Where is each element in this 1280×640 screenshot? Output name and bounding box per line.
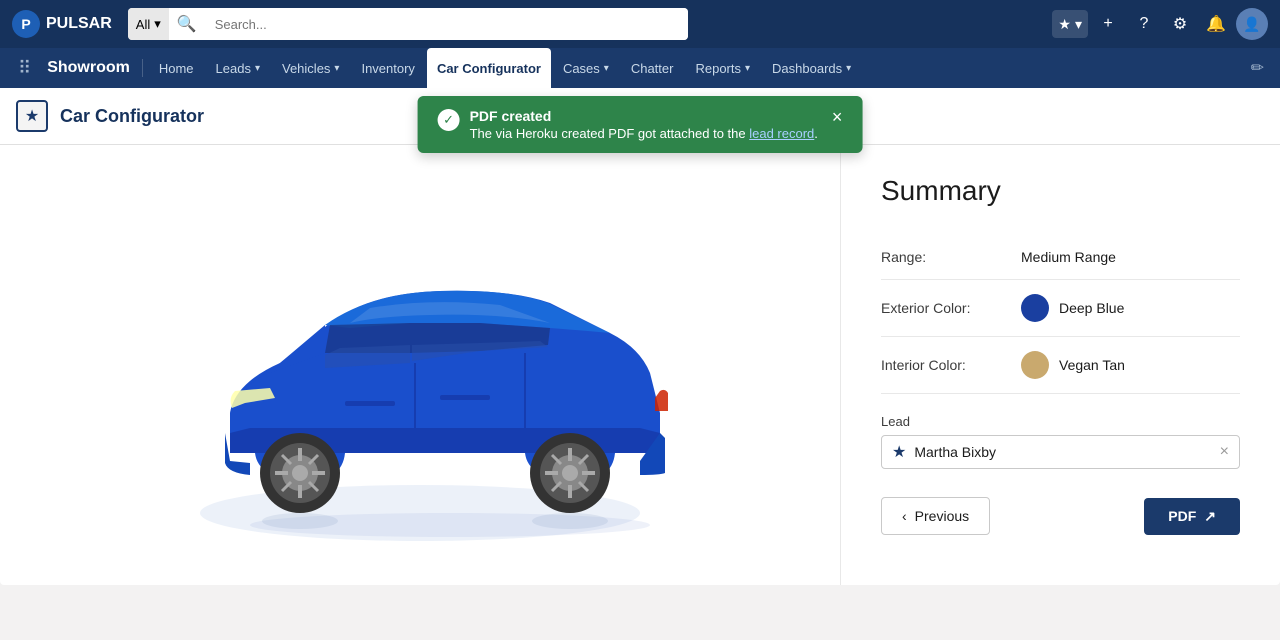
logo: P PULSAR — [12, 10, 112, 38]
action-buttons: ‹ Previous PDF ↗ — [881, 497, 1240, 535]
bell-icon: 🔔 — [1206, 14, 1226, 34]
avatar-initials: 👤 — [1243, 16, 1260, 33]
nav-item-cases[interactable]: Cases ▾ — [553, 48, 619, 88]
app-navigation-bar: ⠿ Showroom Home Leads ▾ Vehicles ▾ Inven… — [0, 48, 1280, 88]
search-icon: 🔍 — [169, 14, 205, 34]
star-icon: ★ — [1058, 16, 1071, 33]
search-bar: All ▾ 🔍 — [128, 8, 688, 40]
chevron-down-icon: ▾ — [1075, 16, 1082, 33]
nav-item-chatter[interactable]: Chatter — [621, 48, 684, 88]
range-value: Medium Range — [1021, 249, 1116, 265]
interior-color-value: Vegan Tan — [1021, 351, 1125, 379]
nav-leads-label: Leads — [216, 61, 251, 76]
toast-close-button[interactable]: × — [832, 108, 843, 126]
search-type-chevron: ▾ — [154, 16, 161, 32]
nav-reports-chevron: ▾ — [745, 63, 750, 74]
app-name: PULSAR — [46, 15, 112, 33]
exterior-color-name: Deep Blue — [1059, 300, 1124, 316]
success-toast: ✓ PDF created The via Heroku created PDF… — [418, 96, 863, 153]
toast-message: The via Heroku created PDF got attached … — [470, 126, 818, 141]
nav-item-car-configurator[interactable]: Car Configurator — [427, 48, 551, 88]
nav-inventory-label: Inventory — [361, 61, 414, 76]
car-image — [140, 173, 700, 558]
add-button[interactable]: + — [1092, 8, 1124, 40]
lead-label: Lead — [881, 414, 1240, 429]
range-row: Range: Medium Range — [881, 235, 1240, 280]
nav-cases-label: Cases — [563, 61, 600, 76]
nav-chatter-label: Chatter — [631, 61, 674, 76]
lead-section: Lead ★ Martha Bixby × — [881, 414, 1240, 469]
nav-item-dashboards[interactable]: Dashboards ▾ — [762, 48, 861, 88]
toast-check-icon: ✓ — [438, 109, 460, 131]
user-avatar[interactable]: 👤 — [1236, 8, 1268, 40]
toast-content: PDF created The via Heroku created PDF g… — [470, 108, 818, 141]
help-button[interactable]: ? — [1128, 8, 1160, 40]
app-section-name: Showroom — [43, 59, 143, 77]
toast-message-text: The via Heroku created PDF got attached … — [470, 126, 746, 141]
nav-dashboards-label: Dashboards — [772, 61, 842, 76]
nav-leads-chevron: ▾ — [255, 63, 260, 74]
previous-button[interactable]: ‹ Previous — [881, 497, 990, 535]
nav-vehicles-label: Vehicles — [282, 61, 330, 76]
nav-cases-chevron: ▾ — [604, 63, 609, 74]
lead-star-icon: ★ — [892, 442, 906, 462]
lead-input-field[interactable]: ★ Martha Bixby × — [881, 435, 1240, 469]
lead-clear-button[interactable]: × — [1220, 443, 1229, 461]
search-input[interactable] — [205, 8, 688, 40]
notifications-button[interactable]: 🔔 — [1200, 8, 1232, 40]
range-label: Range: — [881, 249, 1021, 265]
star-icon: ★ — [25, 106, 39, 126]
exterior-color-label: Exterior Color: — [881, 300, 1021, 316]
nav-dashboards-chevron: ▾ — [846, 63, 851, 74]
search-type-label: All — [136, 17, 150, 32]
page-title: Car Configurator — [60, 106, 204, 127]
car-image-section — [0, 145, 840, 585]
interior-color-name: Vegan Tan — [1059, 357, 1125, 373]
top-navigation-bar: P PULSAR All ▾ 🔍 ★ ▾ + ? ⚙ 🔔 👤 — [0, 0, 1280, 48]
previous-label: Previous — [915, 508, 969, 524]
interior-color-label: Interior Color: — [881, 357, 1021, 373]
pdf-label: PDF — [1168, 508, 1196, 524]
nav-item-leads[interactable]: Leads ▾ — [206, 48, 270, 88]
favorites-button[interactable]: ★ ▾ — [1052, 10, 1088, 38]
exterior-color-value: Deep Blue — [1021, 294, 1124, 322]
nav-home-label: Home — [159, 61, 194, 76]
chevron-left-icon: ‹ — [902, 508, 907, 524]
page-header-icon: ★ — [16, 100, 48, 132]
logo-icon: P — [12, 10, 40, 38]
grid-icon[interactable]: ⠿ — [8, 58, 41, 79]
exterior-color-dot — [1021, 294, 1049, 322]
lead-name: Martha Bixby — [914, 444, 1211, 460]
summary-section: Summary Range: Medium Range Exterior Col… — [840, 145, 1280, 585]
settings-button[interactable]: ⚙ — [1164, 8, 1196, 40]
gear-icon: ⚙ — [1173, 14, 1187, 34]
car-svg — [140, 173, 700, 553]
configurator-panel: Summary Range: Medium Range Exterior Col… — [0, 145, 1280, 585]
nav-edit-icon[interactable]: ✏ — [1243, 58, 1272, 78]
nav-item-inventory[interactable]: Inventory — [351, 48, 424, 88]
nav-item-reports[interactable]: Reports ▾ — [685, 48, 760, 88]
pdf-button[interactable]: PDF ↗ — [1144, 498, 1240, 535]
nav-vehicles-chevron: ▾ — [334, 63, 339, 74]
nav-reports-label: Reports — [695, 61, 741, 76]
toast-title: PDF created — [470, 108, 818, 124]
plus-icon: + — [1103, 15, 1112, 33]
nav-car-configurator-label: Car Configurator — [437, 61, 541, 76]
search-type-selector[interactable]: All ▾ — [128, 8, 169, 40]
export-icon: ↗ — [1204, 508, 1216, 525]
top-bar-actions: ★ ▾ + ? ⚙ 🔔 👤 — [1052, 8, 1268, 40]
interior-color-dot — [1021, 351, 1049, 379]
summary-title: Summary — [881, 175, 1240, 207]
exterior-color-row: Exterior Color: Deep Blue — [881, 280, 1240, 337]
nav-item-home[interactable]: Home — [149, 48, 204, 88]
interior-color-row: Interior Color: Vegan Tan — [881, 337, 1240, 394]
toast-lead-link[interactable]: lead record — [749, 126, 814, 141]
help-icon: ? — [1140, 15, 1149, 33]
nav-item-vehicles[interactable]: Vehicles ▾ — [272, 48, 349, 88]
